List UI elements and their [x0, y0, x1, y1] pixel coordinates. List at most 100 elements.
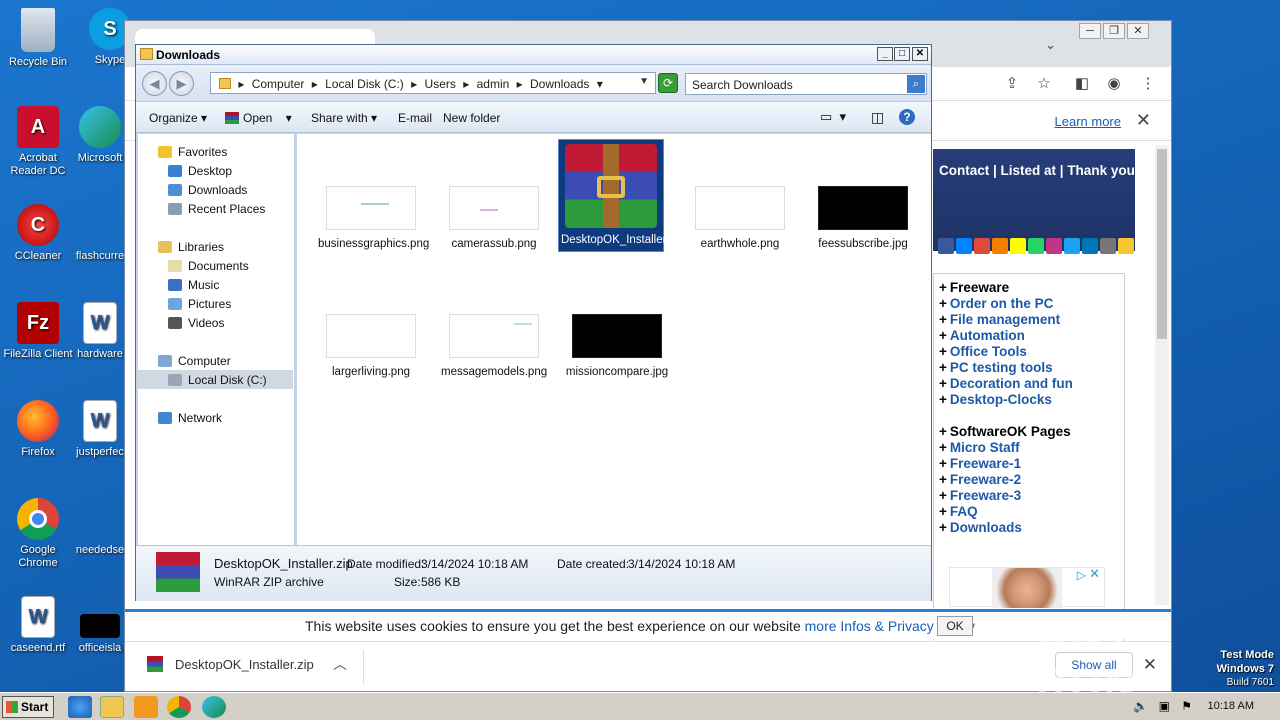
- breadcrumb-arrow-icon[interactable]: ▸: [411, 77, 417, 91]
- menu-link[interactable]: + Desktop-Clocks: [939, 392, 1124, 408]
- menu-link[interactable]: + Order on the PC: [939, 296, 1124, 312]
- menu-link[interactable]: + Freeware-2: [939, 472, 1124, 488]
- twitter-icon[interactable]: [1064, 238, 1080, 254]
- chrome-taskbar-icon[interactable]: [167, 696, 191, 718]
- volume-icon[interactable]: 🔈: [1133, 699, 1148, 713]
- email-button[interactable]: E-mail: [398, 111, 432, 125]
- close-icon[interactable]: ✕: [1136, 110, 1151, 131]
- menu-link[interactable]: + Downloads: [939, 520, 1124, 536]
- menu-link[interactable]: + Micro Staff: [939, 440, 1124, 456]
- menu-link[interactable]: + FAQ: [939, 504, 1124, 520]
- google-plus-icon[interactable]: [974, 238, 990, 254]
- file-item[interactable]: businessgraphics.png: [318, 186, 429, 251]
- menu-heading[interactable]: + SoftwareOK Pages: [939, 424, 1124, 440]
- edge-taskbar-icon[interactable]: [202, 696, 226, 718]
- side-panel-icon[interactable]: ◧: [1071, 73, 1093, 95]
- new-folder-button[interactable]: New folder: [443, 111, 500, 125]
- menu-heading[interactable]: + Freeware: [939, 280, 1124, 296]
- title-bar[interactable]: Downloads _ □ ✕: [136, 45, 931, 65]
- breadcrumb-users[interactable]: Users: [425, 77, 456, 91]
- preview-pane-icon[interactable]: ◫: [871, 109, 884, 126]
- minimize-button[interactable]: _: [877, 47, 893, 61]
- messenger-icon[interactable]: [956, 238, 972, 254]
- file-item-selected[interactable]: DesktopOK_Installer.zip: [558, 139, 684, 252]
- file-item[interactable]: camerassub.png: [441, 186, 547, 251]
- cookie-ok-button[interactable]: OK: [937, 616, 973, 636]
- address-bar[interactable]: ▸ Computer ▸ Local Disk (C:) ▸ Users ▸ a…: [210, 72, 656, 94]
- snapchat-icon[interactable]: [1010, 238, 1026, 254]
- file-item[interactable]: missioncompare.jpg: [564, 314, 670, 379]
- help-icon[interactable]: ?: [899, 109, 915, 125]
- file-item[interactable]: feessubscribe.jpg: [810, 186, 916, 251]
- linkedin-icon[interactable]: [1082, 238, 1098, 254]
- download-options-chevron-icon[interactable]: ︿: [333, 654, 347, 674]
- file-item[interactable]: messagemodels.png: [441, 314, 547, 379]
- facebook-icon[interactable]: [938, 238, 954, 254]
- nav-downloads[interactable]: Downloads: [168, 183, 247, 197]
- nav-libraries[interactable]: Libraries: [158, 240, 224, 254]
- menu-link[interactable]: + Freeware-1: [939, 456, 1124, 472]
- file-item[interactable]: largerliving.png: [318, 314, 424, 379]
- breadcrumb-local-disk[interactable]: Local Disk (C:): [325, 77, 404, 91]
- address-dropdown-icon[interactable]: ▼: [639, 76, 649, 87]
- breadcrumb-arrow-icon[interactable]: ▸: [517, 77, 523, 91]
- site-nav-links[interactable]: Contact | Listed at | Thank you: [939, 163, 1135, 178]
- print-icon[interactable]: [1100, 238, 1116, 254]
- breadcrumb-arrow-icon[interactable]: ▸: [463, 77, 469, 91]
- maximize-button[interactable]: □: [894, 47, 910, 61]
- file-item[interactable]: earthwhole.png: [687, 186, 793, 251]
- breadcrumb-arrow-icon[interactable]: ▾: [597, 77, 603, 91]
- nav-desktop[interactable]: Desktop: [168, 164, 232, 178]
- nav-local-disk[interactable]: Local Disk (C:): [168, 373, 267, 387]
- nav-music[interactable]: Music: [168, 278, 219, 292]
- menu-link[interactable]: + Freeware-3: [939, 488, 1124, 504]
- nav-network[interactable]: Network: [158, 411, 222, 425]
- ad-close-icon[interactable]: ✕: [1089, 566, 1100, 582]
- open-button[interactable]: Open ▾: [225, 111, 292, 125]
- nav-documents[interactable]: Documents: [168, 259, 249, 273]
- action-center-icon[interactable]: ⚑: [1181, 699, 1192, 713]
- breadcrumb-arrow-icon[interactable]: ▸: [238, 77, 244, 91]
- bookmark-star-icon[interactable]: ☆: [1033, 73, 1055, 95]
- maximize-button[interactable]: ❐: [1103, 23, 1125, 39]
- nav-favorites[interactable]: Favorites: [158, 145, 227, 159]
- learn-more-link[interactable]: Learn more: [1055, 114, 1121, 129]
- start-button[interactable]: Start: [2, 696, 54, 718]
- breadcrumb-computer[interactable]: Computer: [252, 77, 305, 91]
- minimize-button[interactable]: ─: [1079, 23, 1101, 39]
- share-icon[interactable]: ⇪: [1001, 73, 1023, 95]
- menu-link[interactable]: + PC testing tools: [939, 360, 1124, 376]
- download-item-name[interactable]: DesktopOK_Installer.zip: [175, 657, 314, 672]
- back-button[interactable]: ◀: [142, 71, 167, 96]
- clock[interactable]: 10:18 AM: [1208, 700, 1254, 712]
- breadcrumb-admin[interactable]: admin: [477, 77, 510, 91]
- search-icon[interactable]: ⌕: [907, 75, 925, 93]
- nav-recent-places[interactable]: Recent Places: [168, 202, 265, 216]
- breadcrumb-downloads[interactable]: Downloads: [530, 77, 589, 91]
- change-view-icon[interactable]: ▭ ▾: [820, 109, 846, 125]
- close-button[interactable]: ✕: [912, 47, 928, 61]
- instagram-icon[interactable]: [1046, 238, 1062, 254]
- recycle-bin-icon[interactable]: Recycle Bin: [0, 8, 76, 69]
- page-scrollbar[interactable]: [1155, 145, 1169, 605]
- internet-explorer-icon[interactable]: [68, 696, 92, 718]
- menu-link[interactable]: + Decoration and fun: [939, 376, 1124, 392]
- breadcrumb-arrow-icon[interactable]: ▸: [312, 77, 318, 91]
- favorite-star-icon[interactable]: [1118, 238, 1134, 254]
- chrome-menu-icon[interactable]: ⋮: [1137, 73, 1159, 95]
- refresh-icon[interactable]: ⟳: [658, 73, 678, 93]
- profile-icon[interactable]: ◉: [1103, 73, 1125, 95]
- blogger-icon[interactable]: [992, 238, 1008, 254]
- nav-videos[interactable]: Videos: [168, 316, 224, 330]
- share-with-button[interactable]: Share with ▾: [311, 111, 377, 125]
- search-input[interactable]: Search Downloads ⌕: [685, 73, 927, 95]
- media-player-icon[interactable]: [134, 696, 158, 718]
- menu-link[interactable]: + Office Tools: [939, 344, 1124, 360]
- whatsapp-icon[interactable]: [1028, 238, 1044, 254]
- advertisement[interactable]: ▷ ✕: [949, 566, 1105, 608]
- nav-pictures[interactable]: Pictures: [168, 297, 231, 311]
- network-tray-icon[interactable]: ▣: [1159, 699, 1170, 713]
- menu-link[interactable]: + File management: [939, 312, 1124, 328]
- organize-button[interactable]: Organize ▾: [149, 111, 207, 125]
- nav-computer[interactable]: Computer: [158, 354, 231, 368]
